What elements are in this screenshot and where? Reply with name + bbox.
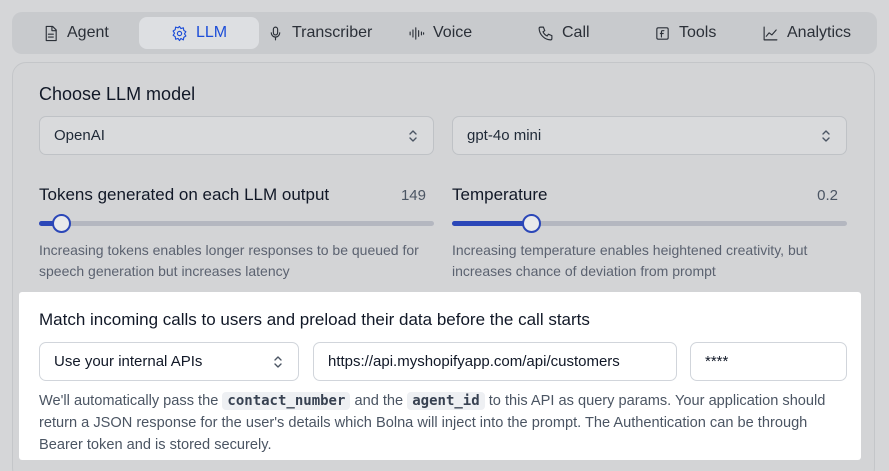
tokens-helper-text: Increasing tokens enables longer respons…	[39, 242, 419, 279]
model-value: gpt-4o mini	[467, 127, 542, 144]
tab-label: Transcriber	[292, 24, 373, 41]
auth-token-input[interactable]: ****	[690, 342, 847, 381]
provider-select[interactable]: OpenAI	[39, 116, 434, 155]
temperature-value: 0.2	[817, 187, 838, 204]
section-title: Choose LLM model	[39, 84, 196, 104]
temperature-slider-thumb[interactable]	[522, 214, 541, 233]
temperature-slider-fill	[452, 221, 531, 226]
tab-tools[interactable]: Tools	[654, 17, 716, 49]
desc-text: and the	[350, 393, 408, 409]
tab-transcriber[interactable]: Transcriber	[267, 17, 372, 49]
tokens-slider-thumb[interactable]	[51, 214, 71, 233]
tab-voice[interactable]: Voice	[408, 17, 472, 49]
tab-agent[interactable]: Agent	[42, 17, 109, 49]
temperature-helper-text: Increasing temperature enables heightene…	[452, 242, 808, 279]
tab-label: LLM	[195, 24, 228, 41]
tab-label: Call	[562, 24, 590, 41]
tab-label: Agent	[67, 24, 109, 41]
chevron-up-down-icon	[822, 129, 830, 142]
phone-icon	[538, 26, 553, 40]
gear-icon	[172, 25, 187, 41]
tokens-slider-track[interactable]	[39, 214, 434, 233]
document-icon	[45, 25, 57, 41]
tab-llm[interactable]: LLM	[139, 17, 259, 49]
code-agent-id: agent_id	[407, 392, 485, 410]
tab-analytics[interactable]: Analytics	[762, 17, 851, 49]
waveform-icon	[409, 26, 425, 40]
chevron-up-down-icon	[274, 355, 282, 368]
temperature-slider-track[interactable]	[452, 214, 847, 233]
tab-bar: Agent LLM Transcriber Voice Call Tools A…	[12, 12, 877, 54]
tokens-value: 149	[400, 187, 426, 204]
chevron-up-down-icon	[409, 129, 417, 142]
api-url-value: https://api.myshopifyapp.com/api/custome…	[328, 353, 620, 370]
auth-token-value: ****	[705, 353, 729, 370]
data-source-select[interactable]: Use your internal APIs	[39, 342, 299, 381]
tab-call[interactable]: Call	[537, 17, 590, 49]
tokens-label: Tokens generated on each LLM output	[39, 185, 330, 204]
temperature-label: Temperature	[452, 185, 548, 204]
code-contact-number: contact_number	[222, 392, 351, 410]
model-select[interactable]: gpt-4o mini	[452, 116, 847, 155]
api-url-input[interactable]: https://api.myshopifyapp.com/api/custome…	[313, 342, 677, 381]
chart-icon	[763, 26, 778, 40]
tab-label: Analytics	[787, 24, 852, 41]
desc-text: We'll automatically pass the	[39, 393, 223, 409]
function-icon	[656, 26, 669, 40]
tab-label: Voice	[433, 24, 473, 41]
tab-label: Tools	[679, 24, 717, 41]
preload-title: Match incoming calls to users and preloa…	[39, 310, 590, 329]
microphone-icon	[270, 26, 281, 40]
data-source-value: Use your internal APIs	[54, 353, 203, 370]
preload-description: We'll automatically pass the contact_num…	[39, 390, 829, 456]
provider-value: OpenAI	[54, 127, 105, 144]
